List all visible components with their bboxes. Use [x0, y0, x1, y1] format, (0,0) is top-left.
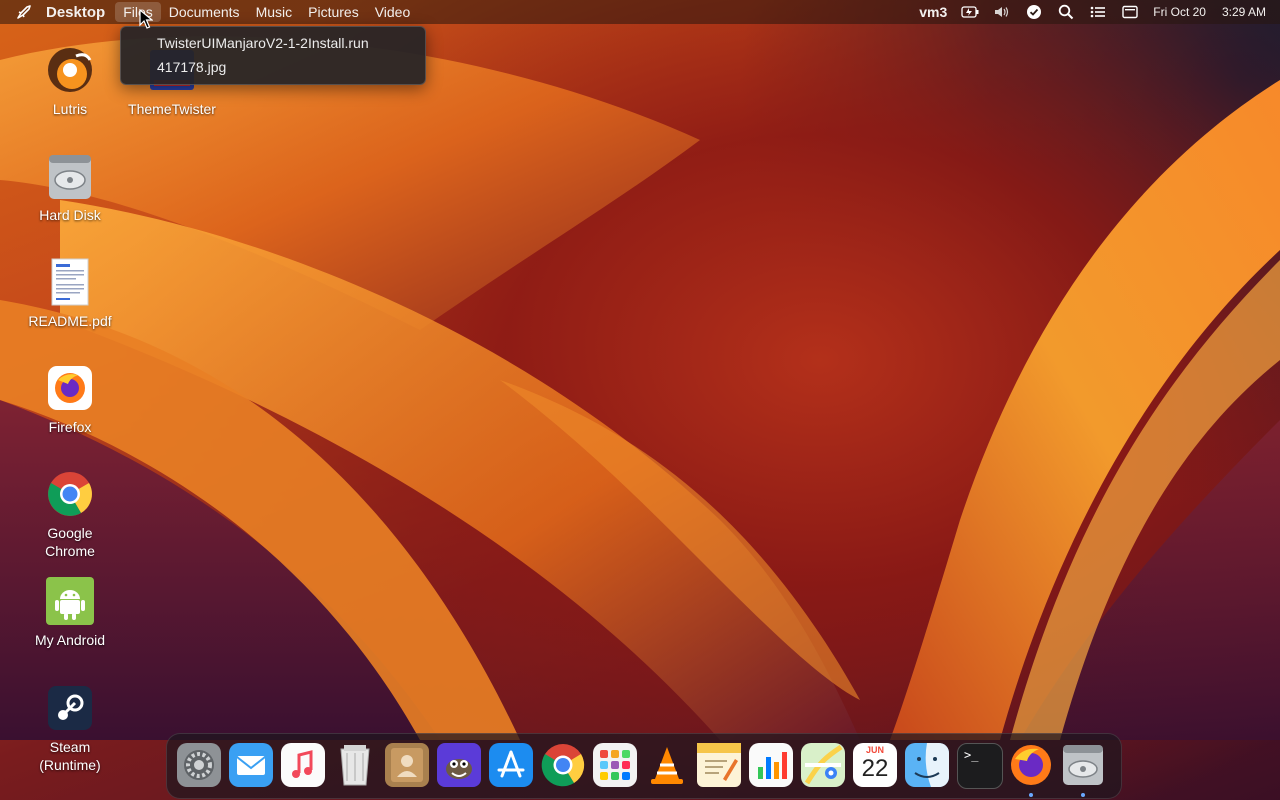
vlc-icon[interactable]: [645, 743, 689, 787]
desktop-icon-hard-disk[interactable]: Hard Disk: [22, 152, 118, 224]
files-dropdown-menu: TwisterUIManjaroV2-1-2Install.run 417178…: [120, 26, 426, 85]
desktop-icon-label: Steam (Runtime): [39, 739, 101, 773]
desktop-icon-label: Firefox: [48, 419, 92, 435]
desktop-icon-label: Lutris: [52, 101, 88, 117]
volume-icon[interactable]: [993, 3, 1011, 21]
maps-icon[interactable]: [801, 743, 845, 787]
active-app-name[interactable]: Desktop: [46, 4, 105, 21]
desktop-icon-my-android[interactable]: My Android: [22, 577, 118, 649]
chrome-icon[interactable]: [541, 743, 585, 787]
menu-files[interactable]: Files: [115, 2, 161, 22]
desktop-icon-firefox[interactable]: Firefox: [22, 364, 118, 436]
search-icon[interactable]: [1057, 3, 1075, 21]
calendar-month: JUN: [865, 745, 884, 755]
numbers-chart-icon[interactable]: [749, 743, 793, 787]
menubar-date[interactable]: Fri Oct 20: [1153, 5, 1206, 19]
terminal-icon[interactable]: >_: [957, 743, 1003, 789]
running-indicator-dot: [1029, 793, 1033, 797]
rocket-logo-icon[interactable]: [14, 2, 34, 22]
firefox-icon[interactable]: [1009, 743, 1053, 787]
finder-icon[interactable]: [905, 743, 949, 787]
android-icon: [46, 577, 94, 625]
chrome-icon: [46, 470, 94, 518]
music-icon[interactable]: [281, 743, 325, 787]
trash-icon[interactable]: [333, 743, 377, 787]
desktop-icon-label: Google Chrome: [45, 525, 95, 559]
dock: JUN 22 >_: [166, 733, 1122, 799]
hard-disk-icon[interactable]: [1061, 743, 1105, 787]
desktop-icon-label: ThemeTwister: [128, 101, 216, 117]
launchpad-icon[interactable]: [593, 743, 637, 787]
running-indicator-dot: [1081, 793, 1085, 797]
lutris-icon: [46, 46, 94, 94]
menu-music[interactable]: Music: [248, 2, 301, 22]
user-name[interactable]: vm3: [919, 4, 947, 20]
app-store-icon[interactable]: [489, 743, 533, 787]
menu-documents[interactable]: Documents: [161, 2, 248, 22]
status-area: vm3 Fri Oct 20 3:29 AM: [919, 3, 1280, 21]
contacts-icon[interactable]: [385, 743, 429, 787]
notification-list-icon[interactable]: [1089, 3, 1107, 21]
desktop-icon-label: My Android: [34, 632, 106, 648]
desktop-icon-label: Hard Disk: [39, 207, 101, 223]
mouse-pointer-icon: [139, 8, 154, 34]
desktop-icon-steam[interactable]: Steam (Runtime): [22, 684, 118, 774]
steam-icon: [46, 684, 94, 732]
desktop-icon-lutris[interactable]: Lutris: [22, 46, 118, 118]
hard-disk-icon: [46, 152, 94, 200]
checkmark-status-icon[interactable]: [1025, 3, 1043, 21]
text-editor-icon[interactable]: [697, 743, 741, 787]
gimp-icon[interactable]: [437, 743, 481, 787]
pdf-document-icon: [46, 258, 94, 306]
terminal-prompt: >_: [964, 748, 979, 762]
desktop-icon-readme[interactable]: README.pdf: [22, 258, 118, 330]
desktop-wallpaper: [0, 0, 1280, 800]
desktop-icon-chrome[interactable]: Google Chrome: [22, 470, 118, 560]
menu-item-417178-jpg[interactable]: 417178.jpg: [157, 59, 226, 75]
calendar-icon[interactable]: JUN 22: [853, 743, 897, 787]
menu-item-twisterui-installer[interactable]: TwisterUIManjaroV2-1-2Install.run: [157, 35, 369, 51]
mail-icon[interactable]: [229, 743, 273, 787]
firefox-icon: [46, 364, 94, 412]
menu-pictures[interactable]: Pictures: [300, 2, 367, 22]
system-settings-icon[interactable]: [177, 743, 221, 787]
battery-icon[interactable]: [961, 3, 979, 21]
display-icon[interactable]: [1121, 3, 1139, 21]
top-menu-bar: Desktop Files Documents Music Pictures V…: [0, 0, 1280, 24]
menubar-clock[interactable]: 3:29 AM: [1222, 5, 1266, 19]
menu-video[interactable]: Video: [367, 2, 419, 22]
calendar-day: 22: [861, 755, 889, 782]
desktop-icon-label: README.pdf: [28, 313, 112, 329]
